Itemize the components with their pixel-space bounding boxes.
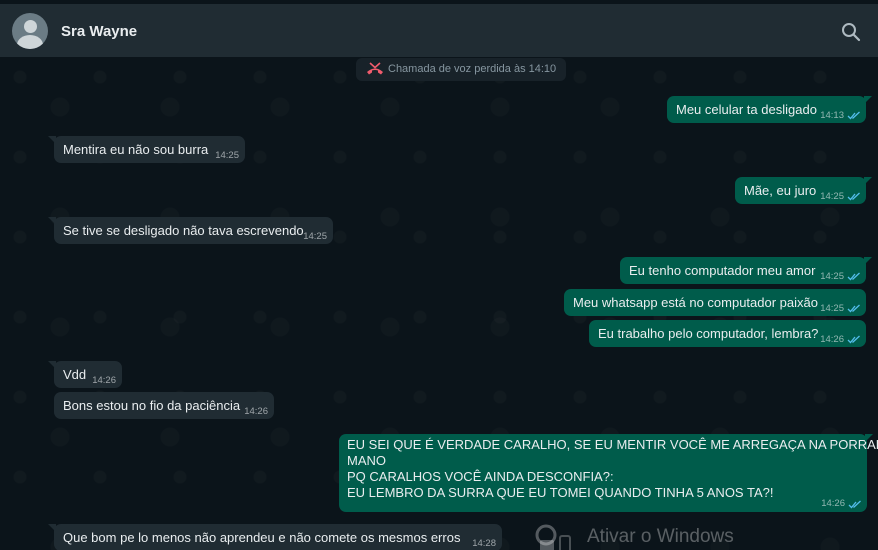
double-check-icon <box>848 500 861 509</box>
default-avatar-icon[interactable] <box>12 13 48 49</box>
missed-call-text: Chamada de voz perdida às 14:10 <box>388 63 557 75</box>
message-line: EU SEI QUE É VERDADE CARALHO, SE EU MENT… <box>347 437 878 452</box>
double-check-icon <box>847 111 860 120</box>
message-time: 14:26 <box>820 334 844 345</box>
windows-activation-watermark: Ativar o Windows <box>530 522 750 550</box>
message-time: 14:26 <box>92 375 116 386</box>
message-bubble-incoming[interactable]: Bons estou no fio da paciência 14:26 <box>54 392 274 419</box>
message-text: Meu celular ta desligado <box>676 102 817 117</box>
message-time: 14:13 <box>820 110 844 121</box>
double-check-icon <box>847 192 860 201</box>
message-text: Se tive se desligado não tava escrevendo <box>63 223 304 238</box>
message-bubble-outgoing[interactable]: Meu whatsapp está no computador paixão 1… <box>564 289 866 316</box>
message-time: 14:25 <box>215 150 239 161</box>
message-text: Meu whatsapp está no computador paixão <box>573 295 818 310</box>
search-button[interactable] <box>840 21 862 43</box>
double-check-icon <box>847 304 860 313</box>
message-bubble-outgoing[interactable]: Eu trabalho pelo computador, lembra? 14:… <box>589 320 866 347</box>
message-text: Mentira eu não sou burra <box>63 142 209 157</box>
message-line: MANO <box>347 453 386 468</box>
missed-call-notice: Chamada de voz perdida às 14:10 <box>356 58 566 81</box>
bubble-tail <box>48 524 56 532</box>
message-bubble-incoming[interactable]: Que bom pe lo menos não aprendeu e não c… <box>48 524 502 550</box>
message-time: 14:25 <box>820 191 844 202</box>
bubble-tail <box>48 361 56 369</box>
double-check-icon <box>847 335 860 344</box>
message-bubble-incoming[interactable]: Mentira eu não sou burra 14:25 <box>48 136 245 163</box>
message-text: Bons estou no fio da paciência <box>63 398 241 413</box>
bubble-tail <box>864 257 872 265</box>
message-bubble-incoming[interactable]: Se tive se desligado não tava escrevendo… <box>48 217 333 244</box>
message-text: Vdd <box>63 367 87 382</box>
message-time: 14:26 <box>244 406 268 417</box>
message-time: 14:26 <box>821 498 845 509</box>
message-time: 14:25 <box>303 231 327 242</box>
message-line: EU LEMBRO DA SURRA QUE EU TOMEI QUANDO T… <box>347 485 774 500</box>
message-bubble-outgoing[interactable]: Eu tenho computador meu amor 14:25 <box>620 257 872 284</box>
bubble-tail <box>864 177 872 185</box>
message-bubble-outgoing[interactable]: Mãe, eu juro 14:25 <box>735 177 872 204</box>
message-text: Mãe, eu juro <box>744 183 817 198</box>
message-text: Que bom pe lo menos não aprendeu e não c… <box>63 530 461 545</box>
chat-header[interactable]: Sra Wayne <box>0 4 878 57</box>
message-text: Eu tenho computador meu amor <box>629 263 816 278</box>
message-time: 14:25 <box>820 303 844 314</box>
watermark-text: Ativar o Windows <box>587 526 734 547</box>
message-list[interactable]: Chamada de voz perdida às 14:10 Meu celu… <box>0 57 878 550</box>
search-icon <box>842 23 861 42</box>
bubble-tail <box>865 434 873 442</box>
double-check-icon <box>847 272 860 281</box>
message-text: Eu trabalho pelo computador, lembra? <box>598 326 819 341</box>
bubble-tail <box>48 136 56 144</box>
message-time: 14:28 <box>472 538 496 549</box>
contact-name[interactable]: Sra Wayne <box>61 23 137 40</box>
bubble-tail <box>48 217 56 225</box>
message-bubble-outgoing[interactable]: Meu celular ta desligado 14:13 <box>667 96 872 123</box>
avatar-head <box>24 20 37 33</box>
missed-call-icon <box>367 62 383 75</box>
message-bubble-incoming[interactable]: Vdd 14:26 <box>48 361 122 388</box>
avatar-body <box>17 35 43 49</box>
bubble-tail <box>864 96 872 104</box>
message-time: 14:25 <box>820 271 844 282</box>
message-bubble-outgoing-multiline[interactable]: EU SEI QUE É VERDADE CARALHO, SE EU MENT… <box>339 434 878 512</box>
lock-key-icon <box>535 524 571 550</box>
message-line: PQ CARALHOS VOCÊ AINDA DESCONFIA?: <box>347 469 614 484</box>
